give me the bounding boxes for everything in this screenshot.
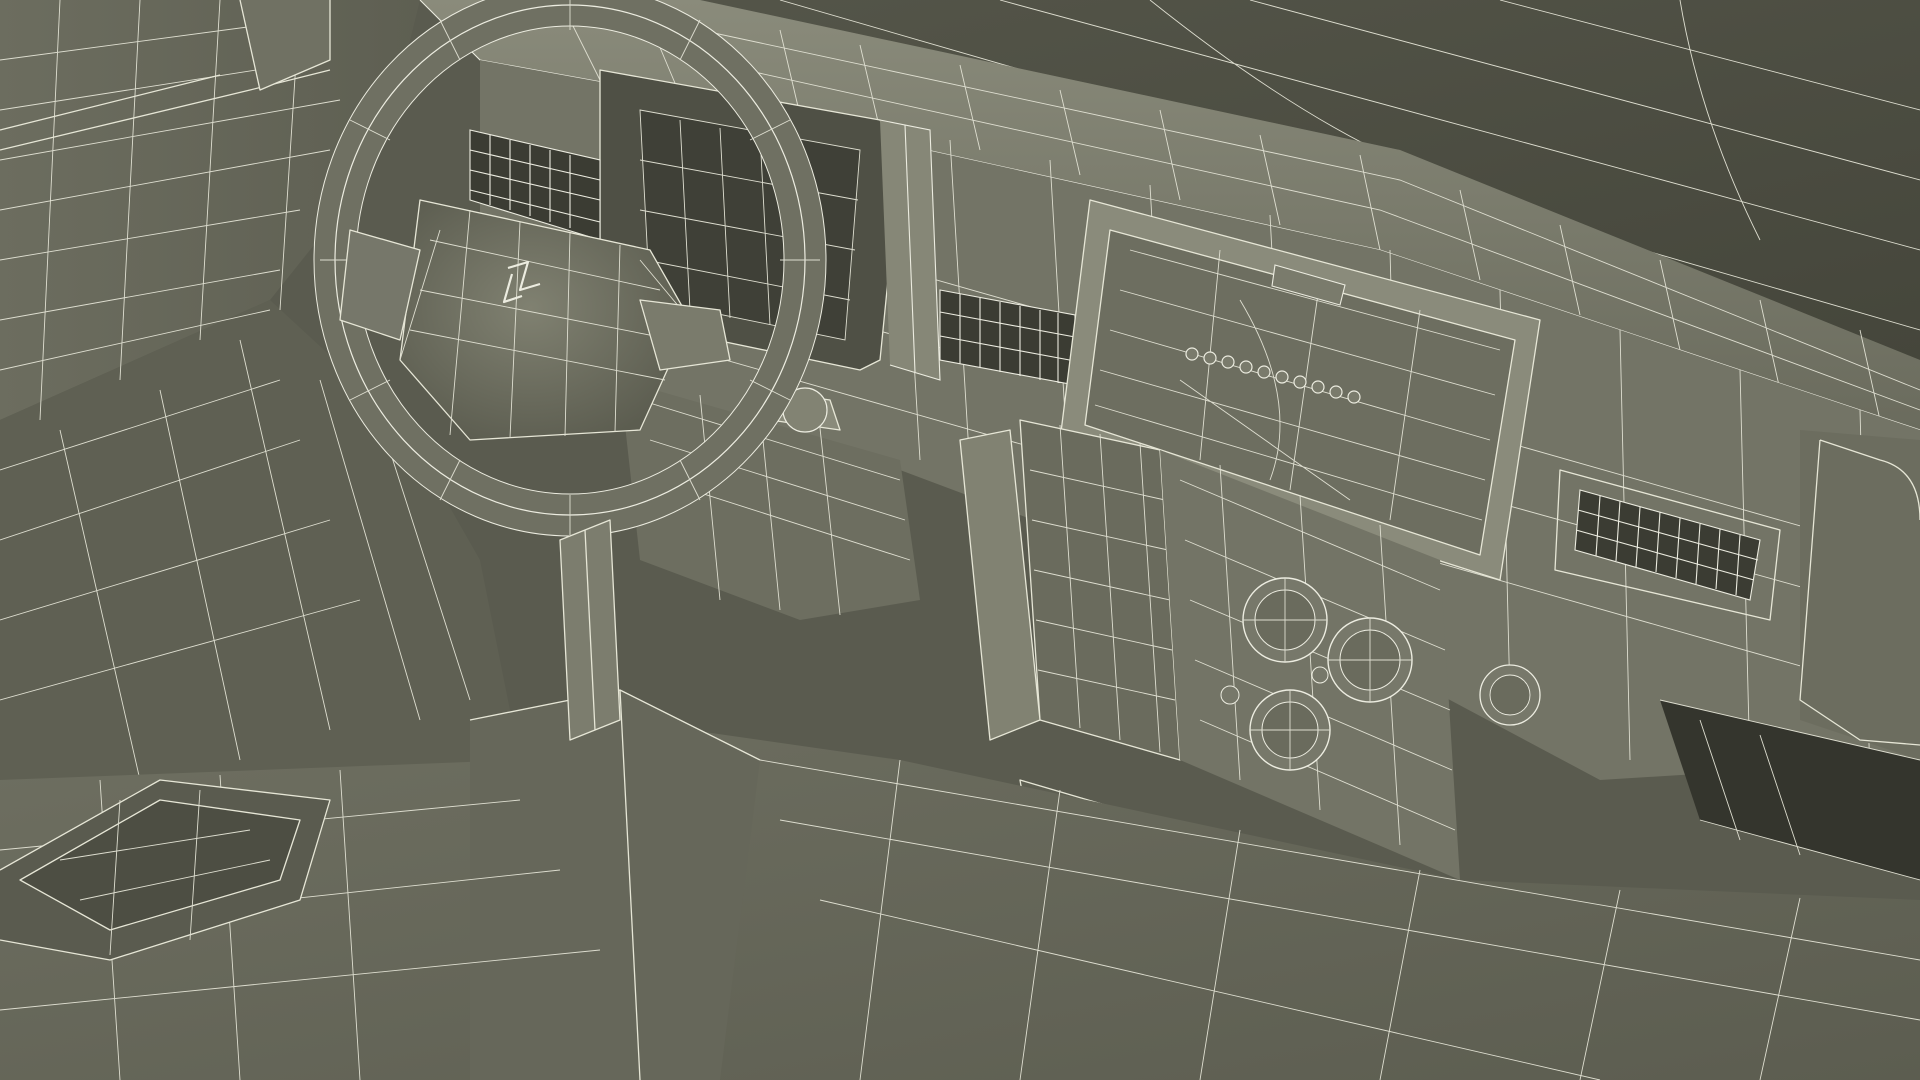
wireframe-render-viewport (0, 0, 1920, 1080)
a-pillar-base (559, 519, 621, 741)
dashboard-wireframe-render (0, 0, 1920, 1080)
